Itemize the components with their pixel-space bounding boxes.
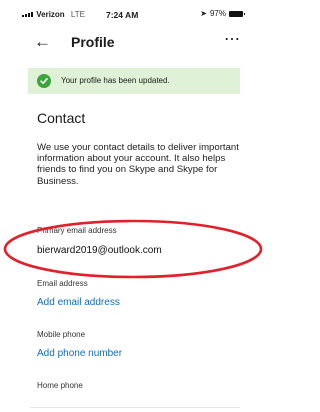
status-time: 7:24 AM — [106, 10, 139, 20]
back-arrow-icon[interactable]: ← — [34, 32, 51, 52]
checkmark-circle-icon — [37, 74, 51, 88]
primary-email-label: Primary email address — [37, 226, 117, 235]
battery-indicator: ➤ 97% — [200, 9, 245, 18]
divider — [30, 407, 240, 408]
home-phone-label: Home phone — [37, 381, 83, 390]
carrier-name: Verizon — [36, 10, 65, 19]
mobile-phone-label: Mobile phone — [37, 330, 86, 339]
primary-email-value: bierward2019@outlook.com — [37, 245, 162, 256]
more-options-icon[interactable]: ⋯ — [224, 30, 241, 50]
app-header: ← Profile ⋯ — [0, 28, 265, 62]
contact-description: We use your contact details to deliver i… — [37, 142, 239, 187]
network-type: LTE — [70, 10, 85, 19]
success-banner: Your profile has been updated. — [28, 68, 240, 94]
add-email-link[interactable]: Add email address — [37, 297, 120, 308]
battery-percent: 97% — [209, 9, 226, 18]
page-title: Profile — [71, 34, 115, 50]
battery-icon — [229, 10, 245, 17]
location-icon: ➤ — [200, 9, 207, 18]
status-bar: Verizon LTE 7:24 AM ➤ 97% — [0, 0, 265, 26]
carrier-indicator: Verizon LTE — [22, 10, 85, 19]
add-phone-link[interactable]: Add phone number — [37, 348, 122, 359]
section-title: Contact — [37, 110, 86, 126]
signal-icon — [22, 12, 33, 17]
banner-message: Your profile has been updated. — [61, 76, 170, 85]
email-label: Email address — [37, 279, 88, 288]
